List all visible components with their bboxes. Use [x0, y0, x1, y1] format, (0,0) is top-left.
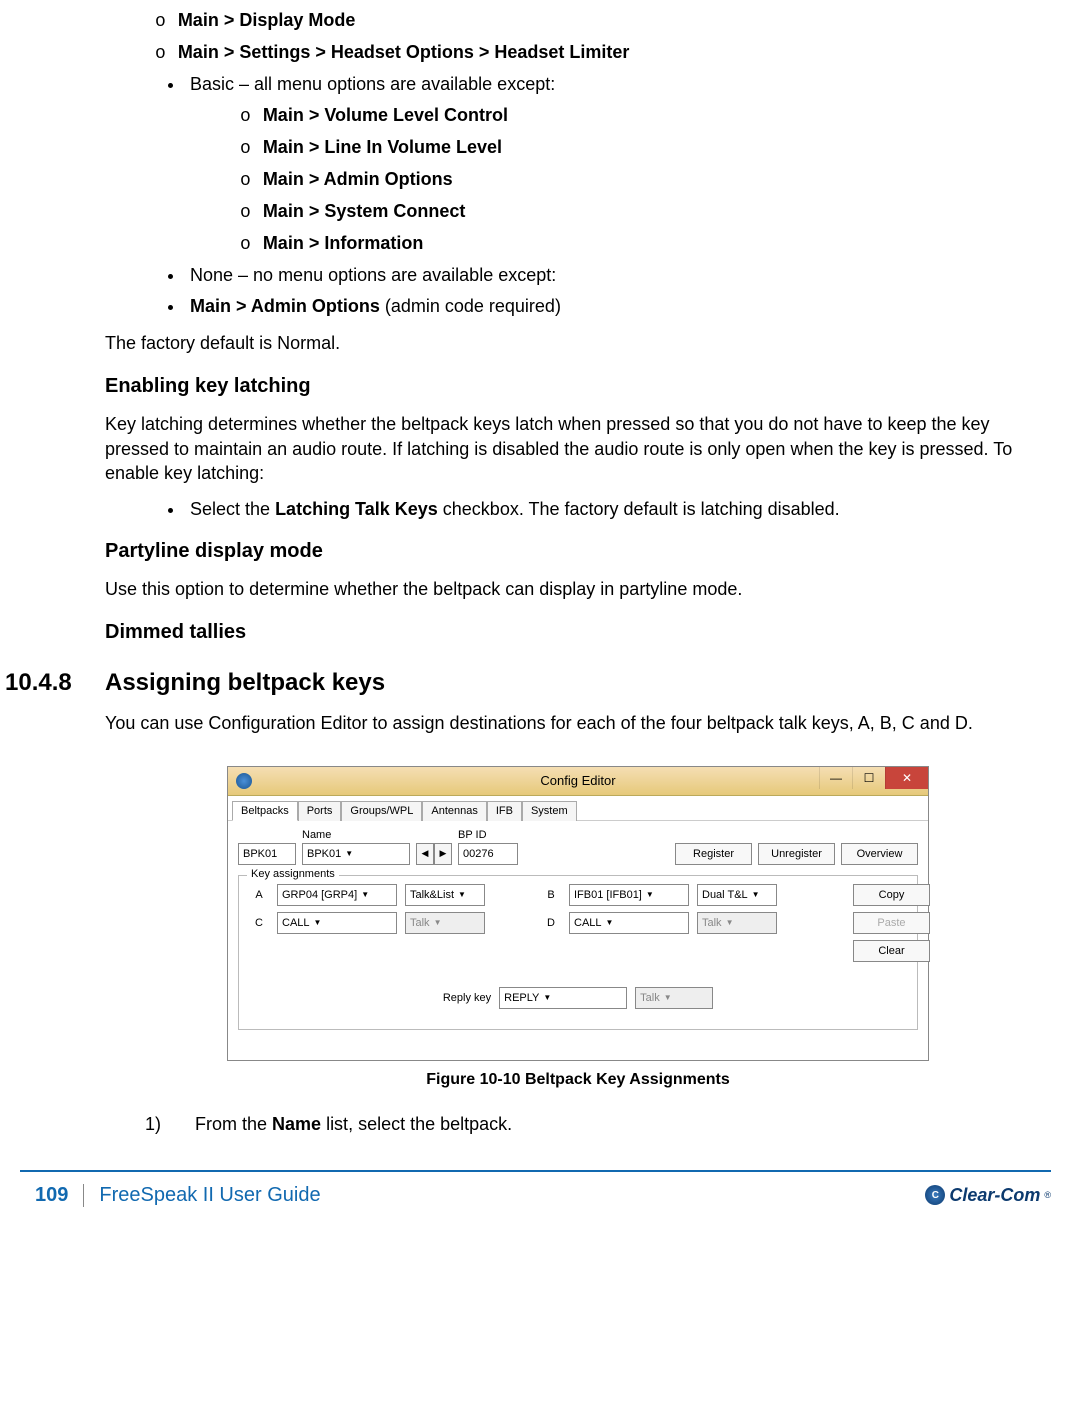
overview-button[interactable]: Overview — [841, 843, 918, 865]
page-footer: 109 FreeSpeak II User Guide C Clear-Com ® — [20, 1170, 1051, 1227]
chevron-down-icon: ▼ — [646, 890, 654, 899]
tab-antennas[interactable]: Antennas — [422, 801, 486, 821]
next-button[interactable]: ▶ — [434, 843, 452, 865]
maximize-button[interactable]: ☐ — [852, 767, 885, 789]
chevron-down-icon: ▼ — [314, 918, 322, 927]
copy-button[interactable]: Copy — [853, 884, 930, 906]
brand-name: Clear-Com — [949, 1185, 1040, 1206]
chevron-down-icon: ▼ — [361, 890, 369, 899]
key-b-mode-combo[interactable]: Dual T&L▼ — [697, 884, 777, 906]
reply-mode-combo[interactable]: Talk▼ — [635, 987, 713, 1009]
partyline-text: Use this option to determine whether the… — [105, 577, 1051, 601]
brand-logo: C Clear-Com ® — [925, 1185, 1051, 1206]
beltpack-id-combo[interactable]: BPK01 — [238, 843, 296, 865]
tab-ifb[interactable]: IFB — [487, 801, 522, 821]
name-combo[interactable]: BPK01▼ — [302, 843, 410, 865]
key-c-label: C — [249, 917, 269, 929]
menu-path: Main > Information — [263, 233, 424, 253]
chevron-down-icon: ▼ — [606, 918, 614, 927]
basic-list: Basic – all menu options are available e… — [105, 74, 1051, 317]
key-assignments-legend: Key assignments — [247, 868, 339, 880]
section-number: 10.4.8 — [5, 669, 105, 697]
registered-mark: ® — [1044, 1190, 1051, 1200]
latching-list: Select the Latching Talk Keys checkbox. … — [105, 499, 1051, 520]
factory-default-text: The factory default is Normal. — [105, 331, 1051, 355]
tab-groups-wpl[interactable]: Groups/WPL — [341, 801, 422, 821]
basic-sublist: Main > Volume Level Control Main > Line … — [190, 105, 1051, 255]
tab-ports[interactable]: Ports — [298, 801, 342, 821]
key-d-assign-combo[interactable]: CALL▼ — [569, 912, 689, 934]
register-button[interactable]: Register — [675, 843, 752, 865]
heading-dimmed-tallies: Dimmed tallies — [105, 621, 1051, 644]
key-c-assign-combo[interactable]: CALL▼ — [277, 912, 397, 934]
assigning-text: You can use Configuration Editor to assi… — [105, 711, 1051, 735]
key-d-label: D — [541, 917, 561, 929]
tab-bar: Beltpacks Ports Groups/WPL Antennas IFB … — [228, 796, 928, 821]
key-latching-text: Key latching determines whether the belt… — [105, 412, 1051, 485]
logo-icon: C — [925, 1185, 945, 1205]
heading-partyline: Partyline display mode — [105, 540, 1051, 563]
clear-button[interactable]: Clear — [853, 940, 930, 962]
menu-path: Main > Settings > Headset Options > Head… — [178, 42, 630, 62]
menu-path: Main > Admin Options — [263, 169, 453, 189]
close-button[interactable]: ✕ — [885, 767, 928, 789]
key-c-mode-combo[interactable]: Talk▼ — [405, 912, 485, 934]
name-label: Name — [302, 829, 410, 841]
tab-beltpacks[interactable]: Beltpacks — [232, 801, 298, 821]
paste-button[interactable]: Paste — [853, 912, 930, 934]
tab-system[interactable]: System — [522, 801, 577, 821]
key-d-mode-combo[interactable]: Talk▼ — [697, 912, 777, 934]
heading-key-latching: Enabling key latching — [105, 375, 1051, 398]
reply-key-combo[interactable]: REPLY▼ — [499, 987, 627, 1009]
key-assignments-group: Key assignments A GRP04 [GRP4]▼ Talk&Lis… — [238, 875, 918, 1030]
admin-line: Main > Admin Options (admin code require… — [185, 296, 1051, 317]
app-icon — [236, 773, 252, 789]
key-a-assign-combo[interactable]: GRP04 [GRP4]▼ — [277, 884, 397, 906]
page-number: 109 — [20, 1184, 84, 1207]
prev-button[interactable]: ◀ — [416, 843, 434, 865]
config-editor-window: Config Editor — ☐ ✕ Beltpacks Ports Grou… — [227, 766, 929, 1061]
menu-path: Main > Display Mode — [178, 10, 356, 30]
chevron-down-icon: ▼ — [345, 849, 353, 858]
minimize-button[interactable]: — — [819, 767, 852, 789]
menu-path: Main > Volume Level Control — [263, 105, 508, 125]
step-number: 1) — [145, 1114, 195, 1135]
chevron-down-icon: ▼ — [434, 918, 442, 927]
figure-caption: Figure 10-10 Beltpack Key Assignments — [105, 1071, 1051, 1089]
bpid-field[interactable]: 00276 — [458, 843, 518, 865]
basic-line: Basic – all menu options are available e… — [185, 74, 1051, 255]
chevron-down-icon: ▼ — [543, 993, 551, 1002]
latching-bullet: Select the Latching Talk Keys checkbox. … — [185, 499, 1051, 520]
step-1: 1) From the Name list, select the beltpa… — [145, 1114, 1051, 1135]
unregister-button[interactable]: Unregister — [758, 843, 835, 865]
titlebar: Config Editor — ☐ ✕ — [228, 767, 928, 796]
menu-path: Main > Line In Volume Level — [263, 137, 502, 157]
chevron-down-icon: ▼ — [458, 890, 466, 899]
section-title: Assigning beltpack keys — [105, 669, 385, 697]
key-b-assign-combo[interactable]: IFB01 [IFB01]▼ — [569, 884, 689, 906]
menu-path: Main > System Connect — [263, 201, 466, 221]
chevron-down-icon: ▼ — [664, 993, 672, 1002]
bpid-label: BP ID — [458, 829, 518, 841]
top-sublist: Main > Display Mode Main > Settings > He… — [105, 10, 1051, 64]
none-line: None – no menu options are available exc… — [185, 265, 1051, 286]
reply-key-label: Reply key — [443, 992, 491, 1004]
key-a-mode-combo[interactable]: Talk&List▼ — [405, 884, 485, 906]
chevron-down-icon: ▼ — [726, 918, 734, 927]
guide-title: FreeSpeak II User Guide — [99, 1184, 320, 1207]
key-a-label: A — [249, 889, 269, 901]
key-b-label: B — [541, 889, 561, 901]
chevron-down-icon: ▼ — [752, 890, 760, 899]
